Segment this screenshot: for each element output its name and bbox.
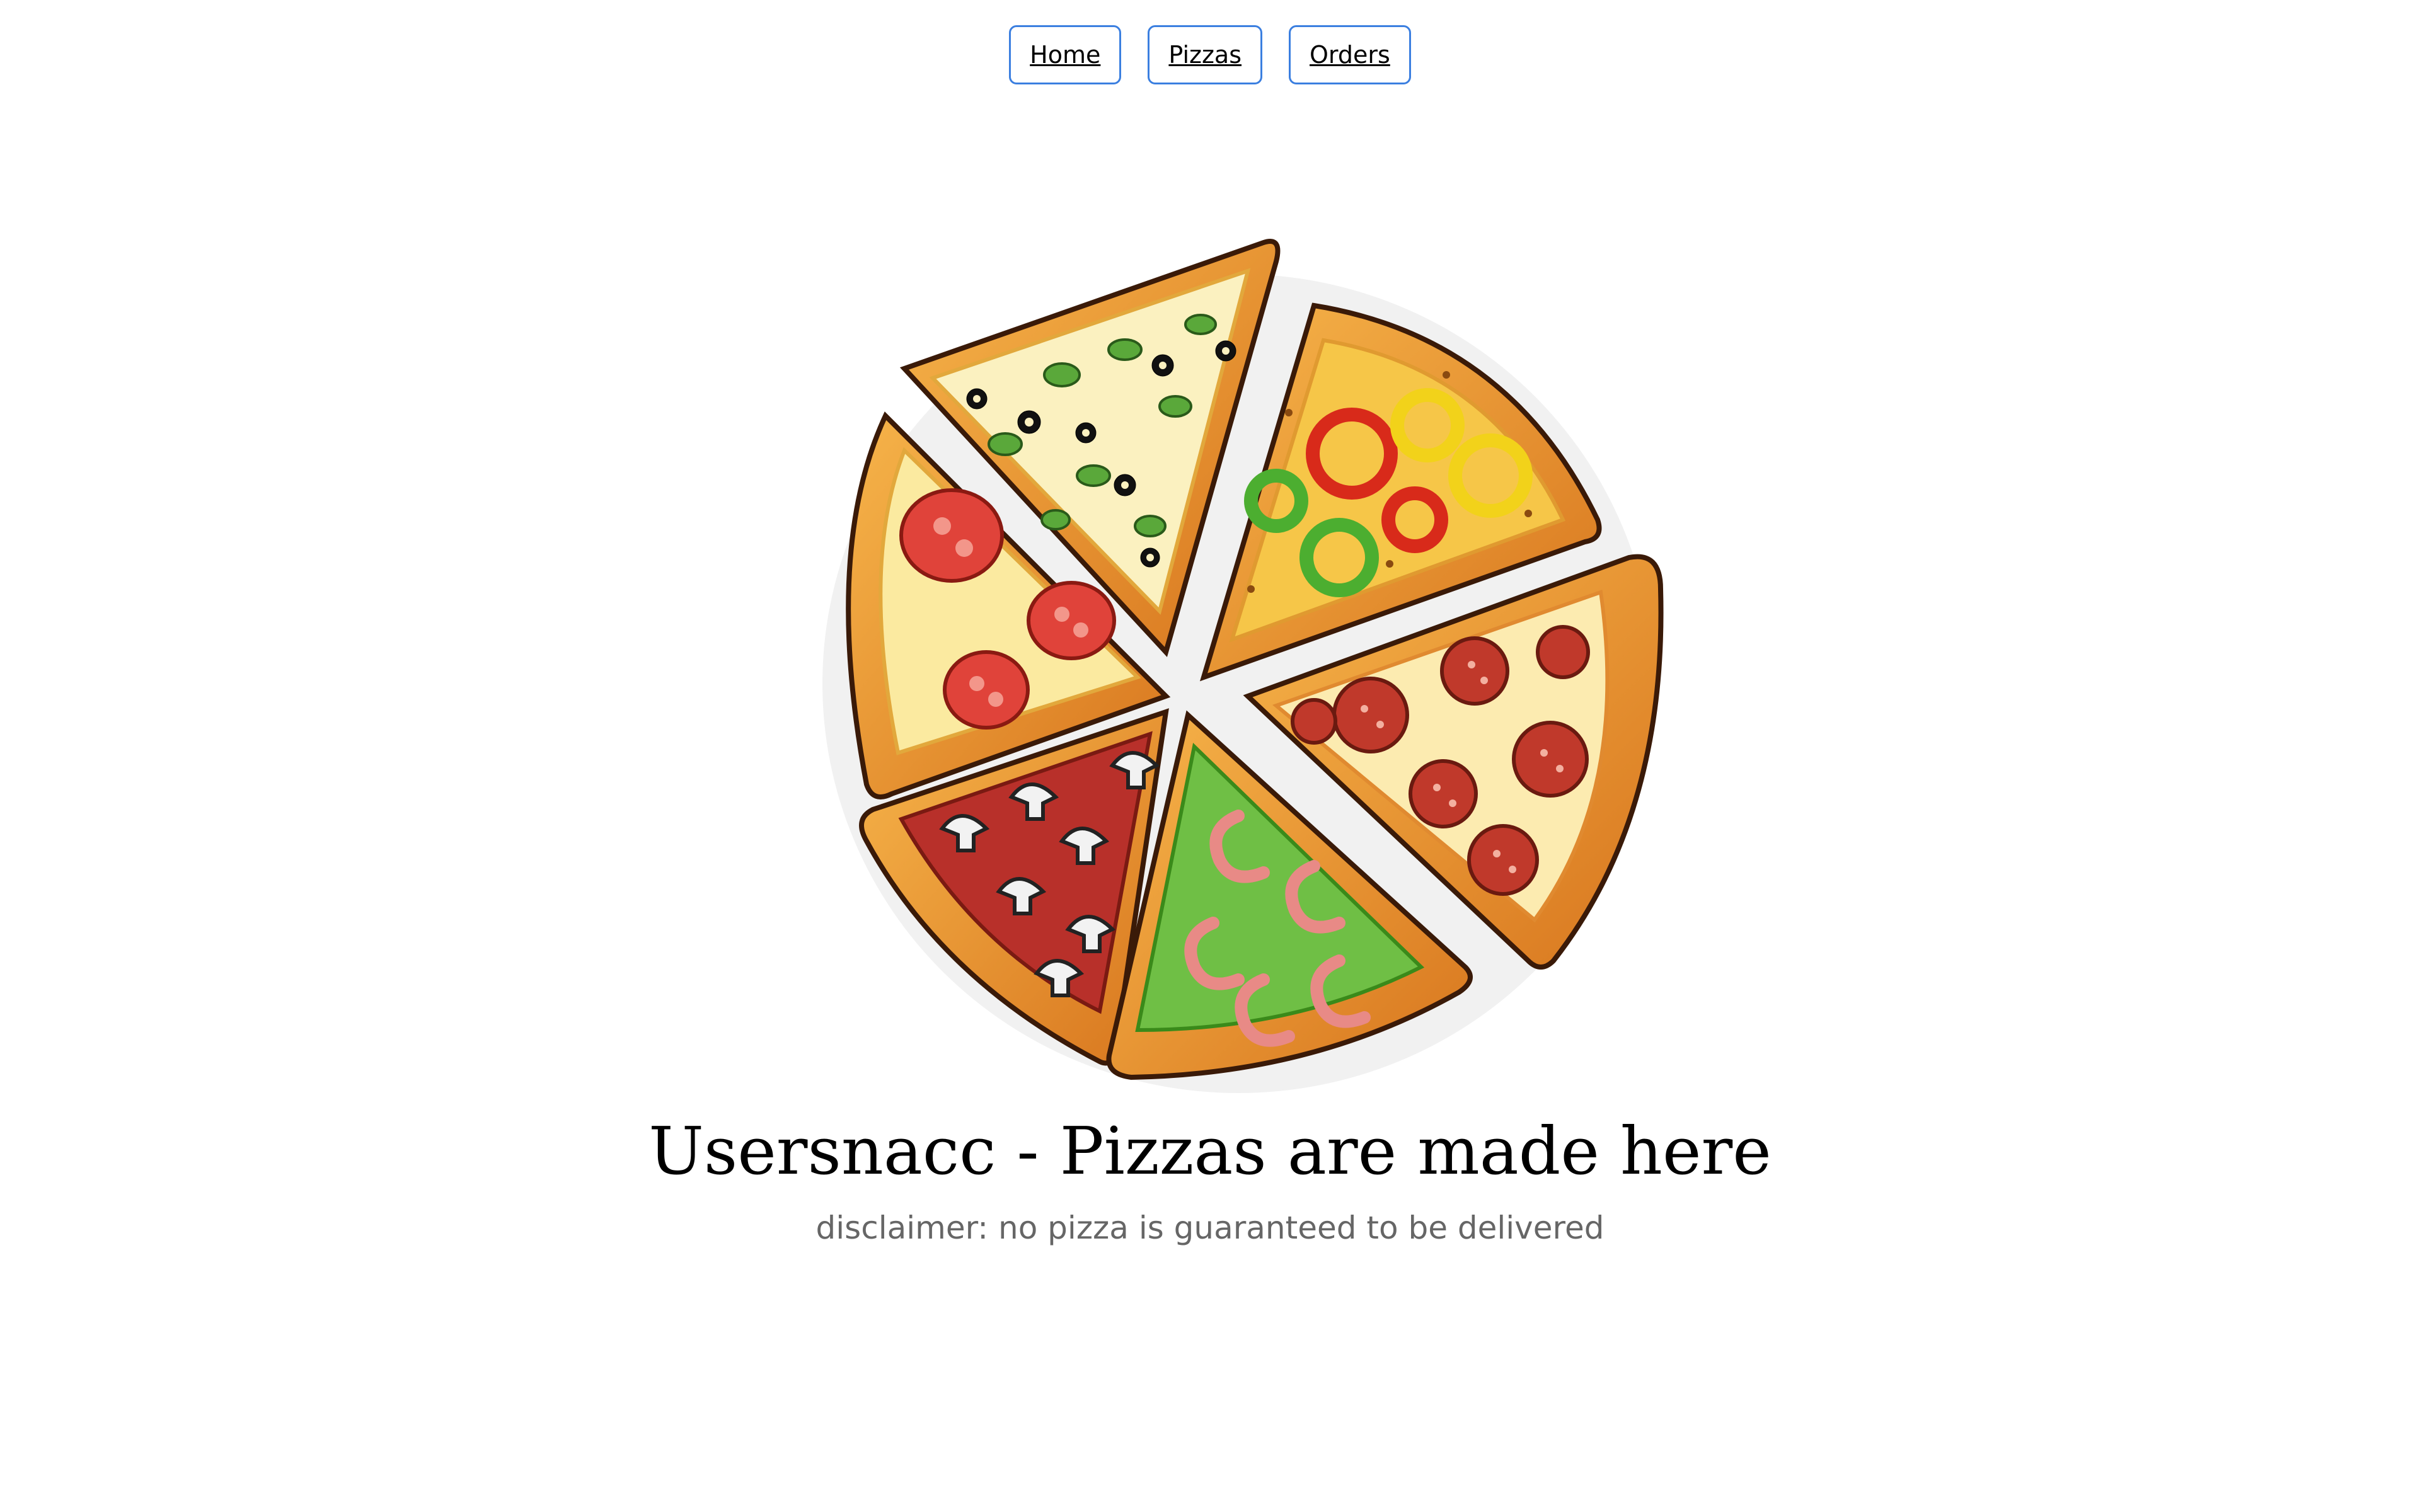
nav-orders-button[interactable]: Orders: [1289, 25, 1411, 84]
nav-home-button[interactable]: Home: [1009, 25, 1122, 84]
page: Home Pizzas Orders Usersnacc - Pizzas ar…: [0, 0, 2420, 1512]
nav-pizzas-button[interactable]: Pizzas: [1148, 25, 1263, 84]
disclaimer-text: disclaimer: no pizza is guaranteed to be…: [815, 1210, 1605, 1246]
page-title: Usersnacc - Pizzas are made here: [648, 1113, 1772, 1189]
top-navigation: Home Pizzas Orders: [0, 25, 2420, 84]
pizza-illustration-icon: [797, 236, 1680, 1106]
